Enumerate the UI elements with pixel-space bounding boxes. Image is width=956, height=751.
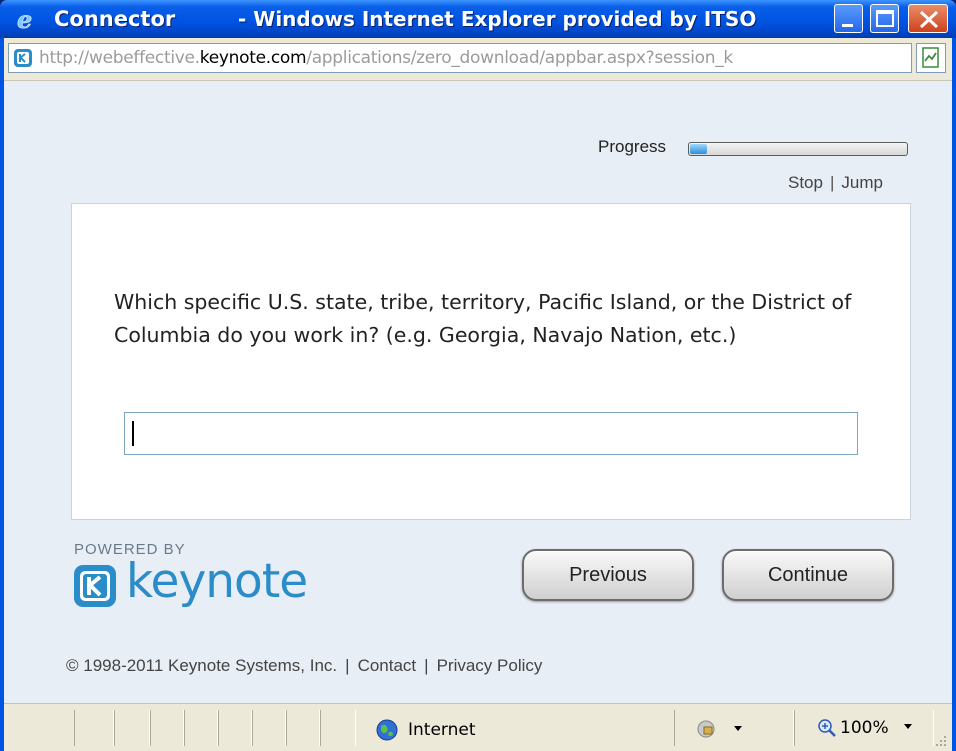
security-zone-label: Internet <box>408 720 476 740</box>
status-cell <box>150 710 184 746</box>
text-cursor <box>132 421 134 446</box>
minimize-button[interactable] <box>834 4 863 33</box>
url-suffix: /applications/zero_download/appbar.aspx?… <box>306 48 733 68</box>
resize-grip-icon[interactable] <box>932 732 948 748</box>
status-cell <box>218 710 252 746</box>
address-field[interactable]: http://webeffective.keynote.com/applicat… <box>8 43 912 73</box>
zoom-icon <box>818 719 836 737</box>
previous-button[interactable]: Previous <box>522 549 694 601</box>
jump-link[interactable]: Jump <box>841 173 883 192</box>
protected-mode-icon[interactable] <box>694 718 746 740</box>
globe-icon <box>376 719 398 741</box>
keynote-logo-text: keynote <box>126 554 308 609</box>
privacy-policy-link[interactable]: Privacy Policy <box>437 656 543 675</box>
maximize-icon <box>876 10 894 27</box>
keynote-logo-icon <box>74 565 116 607</box>
status-cell <box>114 710 150 746</box>
close-icon <box>919 10 939 29</box>
footer-separator: | <box>345 656 350 675</box>
question-text: Which specific U.S. state, tribe, territ… <box>114 290 852 347</box>
internet-explorer-icon: e <box>17 7 33 31</box>
keynote-favicon-icon <box>14 49 32 67</box>
stop-link[interactable]: Stop <box>788 173 823 192</box>
status-bar: Internet 100% <box>4 703 952 751</box>
footer: © 1998-2011 Keynote Systems, Inc. | Contac… <box>66 656 542 676</box>
chevron-down-icon[interactable] <box>902 722 914 732</box>
address-bar: http://webeffective.keynote.com/applicat… <box>4 38 952 81</box>
url-domain: keynote.com <box>199 48 307 68</box>
url-prefix: http://webeffective. <box>39 48 200 68</box>
copyright-text: © 1998-2011 Keynote Systems, Inc. <box>66 656 338 675</box>
window-title: - Windows Internet Explorer provided by … <box>238 7 757 31</box>
question-card: Which specific U.S. state, tribe, territ… <box>71 203 911 520</box>
page-report-button[interactable] <box>916 43 946 73</box>
zoom-control[interactable]: 100% <box>816 716 889 740</box>
status-cell <box>74 710 114 746</box>
status-cell <box>320 710 356 746</box>
zoom-level: 100% <box>840 718 889 738</box>
title-bar[interactable]: e Connector - Windows Internet Explorer … <box>0 0 956 38</box>
status-cell <box>252 710 286 746</box>
page-content: Progress Stop | Jump Which specific U.S. s… <box>4 81 952 703</box>
browser-window: e Connector - Windows Internet Explorer … <box>0 0 956 751</box>
security-zone[interactable]: Internet <box>376 718 476 742</box>
status-cell <box>286 710 320 746</box>
svg-text:e: e <box>17 7 32 31</box>
footer-separator: | <box>424 656 429 675</box>
status-cell <box>184 710 218 746</box>
answer-input[interactable] <box>124 412 858 455</box>
close-button[interactable] <box>908 4 948 33</box>
page-report-icon <box>922 47 939 68</box>
contact-link[interactable]: Contact <box>358 656 417 675</box>
minimize-icon <box>842 24 853 27</box>
survey-nav-links: Stop | Jump <box>788 173 883 193</box>
maximize-button[interactable] <box>870 4 899 33</box>
progress-label: Progress <box>598 137 667 156</box>
nav-separator: | <box>829 173 835 192</box>
address-url: http://webeffective.keynote.com/applicat… <box>39 44 733 72</box>
continue-button[interactable]: Continue <box>722 549 894 601</box>
progress-fill <box>690 144 707 154</box>
window-title-app: Connector <box>54 7 176 31</box>
progress-bar <box>688 142 908 156</box>
